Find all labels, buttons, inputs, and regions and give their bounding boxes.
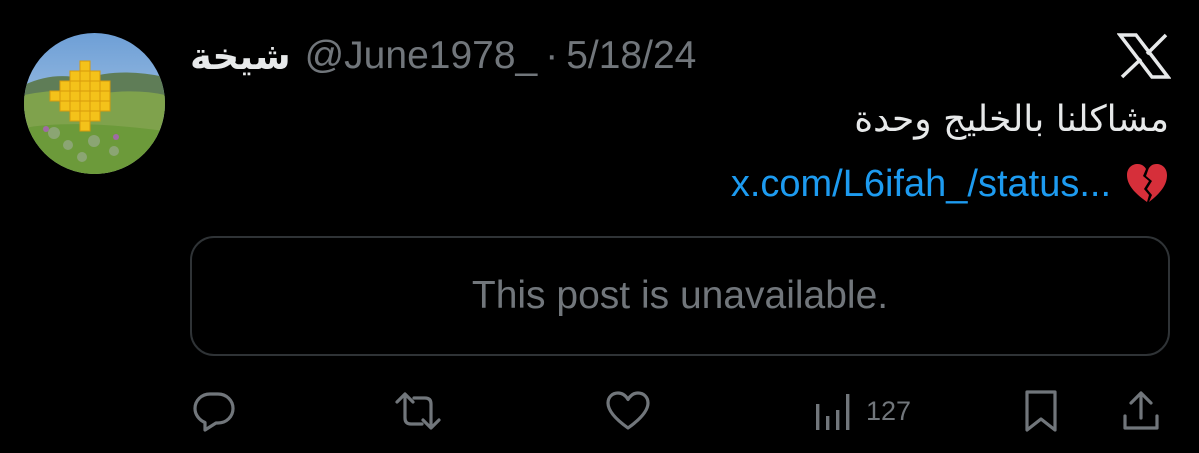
retweet-icon (395, 392, 441, 430)
separator-dot: · (545, 34, 559, 77)
views-count: 127 (866, 395, 912, 426)
quoted-post-card[interactable]: This post is unavailable. (190, 236, 1170, 356)
tweet-header: شيخة @June1978_ · 5/18/24 (190, 30, 696, 82)
tweet: شيخة @June1978_ · 5/18/24 مشاكلنا بالخلي… (0, 0, 1199, 453)
user-handle[interactable]: @June1978_ (305, 34, 538, 78)
views-icon (816, 394, 850, 430)
unavailable-message: This post is unavailable. (471, 274, 889, 317)
views-button[interactable]: 127 (812, 386, 911, 436)
reply-button[interactable] (191, 386, 237, 436)
tweet-link[interactable]: x.com/L6ifah_/status... (731, 163, 1111, 206)
like-icon (606, 391, 650, 430)
like-button[interactable] (604, 386, 652, 436)
broken-heart-icon (1125, 162, 1169, 206)
bookmark-button[interactable] (1021, 386, 1061, 436)
retweet-button[interactable] (393, 386, 443, 436)
reply-icon (193, 392, 235, 432)
tweet-text: مشاكلنا بالخليج وحدة (854, 99, 1169, 140)
display-name[interactable]: شيخة (190, 35, 291, 78)
post-date[interactable]: 5/18/24 (566, 34, 696, 78)
share-button[interactable] (1120, 386, 1162, 436)
share-icon (1123, 391, 1159, 430)
action-bar: 127 (0, 376, 1199, 446)
avatar-image (24, 33, 165, 174)
bookmark-icon (1025, 390, 1057, 432)
x-logo-icon (1116, 33, 1172, 79)
avatar[interactable] (24, 33, 165, 174)
tweet-link-line: x.com/L6ifah_/status... (731, 156, 1169, 212)
